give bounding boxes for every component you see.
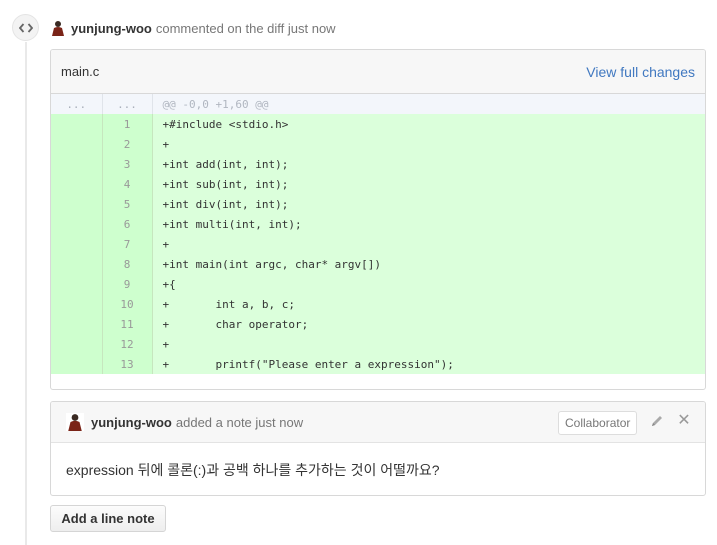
- line-note: yunjung-woo added a note just now Collab…: [50, 401, 706, 496]
- diff-line: 11 + char operator;: [51, 314, 705, 334]
- comment-action: commented on the diff just now: [155, 20, 336, 36]
- diff-line: 2 +: [51, 134, 705, 154]
- new-line-number[interactable]: 12: [102, 334, 153, 354]
- new-line-number[interactable]: 2: [102, 134, 153, 154]
- old-line-number[interactable]: [51, 274, 103, 294]
- avatar[interactable]: [50, 20, 66, 36]
- old-line-number[interactable]: [51, 194, 103, 214]
- diff-line: 13 + printf("Please enter a expression");: [51, 354, 705, 374]
- new-line-number[interactable]: 3: [102, 154, 153, 174]
- view-full-changes-link[interactable]: View full changes: [586, 64, 695, 80]
- code-line: +int sub(int, int);: [152, 174, 705, 194]
- code-line: +: [152, 334, 705, 354]
- comment-author[interactable]: yunjung-woo: [71, 21, 152, 36]
- new-line-number[interactable]: 7: [102, 234, 153, 254]
- diff-line: 6 +int multi(int, int);: [51, 214, 705, 234]
- old-line-number[interactable]: [51, 154, 103, 174]
- code-line: +int main(int argc, char* argv[]): [152, 254, 705, 274]
- new-line-number[interactable]: 11: [102, 314, 153, 334]
- new-line-number[interactable]: 5: [102, 194, 153, 214]
- old-line-number[interactable]: [51, 114, 103, 134]
- pencil-icon[interactable]: [649, 413, 665, 429]
- note-author[interactable]: yunjung-woo: [91, 415, 172, 430]
- diff-file-header: main.c View full changes: [51, 50, 705, 94]
- note-action: added a note just now: [175, 414, 304, 430]
- note-header: yunjung-woo added a note just now Collab…: [51, 402, 705, 443]
- diff-line: 1 +#include <stdio.h>: [51, 114, 705, 134]
- code-line: +int div(int, int);: [152, 194, 705, 214]
- diff-line: 8 +int main(int argc, char* argv[]): [51, 254, 705, 274]
- close-icon[interactable]: ✕: [677, 413, 691, 429]
- timeline-line: [25, 42, 27, 545]
- note-body: expression 뒤에 콜론(:)과 공백 하나를 추가하는 것이 어떨까요…: [66, 462, 440, 478]
- new-line-number[interactable]: 10: [102, 294, 153, 314]
- code-line: +: [152, 234, 705, 254]
- expand-old-lines[interactable]: ...: [51, 94, 103, 114]
- new-line-number[interactable]: 1: [102, 114, 153, 134]
- old-line-number[interactable]: [51, 174, 103, 194]
- new-line-number[interactable]: 13: [102, 354, 153, 374]
- diff-line: 10 + int a, b, c;: [51, 294, 705, 314]
- new-line-number[interactable]: 4: [102, 174, 153, 194]
- avatar[interactable]: [66, 413, 84, 431]
- collaborator-badge: Collaborator: [558, 411, 638, 435]
- diff-panel: main.c View full changes ... ... @@ -0,0…: [50, 49, 706, 390]
- old-line-number[interactable]: [51, 294, 103, 314]
- new-line-number[interactable]: 8: [102, 254, 153, 274]
- diff-line: 5 +int div(int, int);: [51, 194, 705, 214]
- file-name: main.c: [61, 64, 100, 79]
- code-line: +int multi(int, int);: [152, 214, 705, 234]
- old-line-number[interactable]: [51, 314, 103, 334]
- code-line: +{: [152, 274, 705, 294]
- code-line: + printf("Please enter a expression");: [152, 354, 705, 374]
- code-line: +#include <stdio.h>: [152, 114, 705, 134]
- old-line-number[interactable]: [51, 134, 103, 154]
- diff-line: 12 +: [51, 334, 705, 354]
- old-line-number[interactable]: [51, 334, 103, 354]
- code-icon: [12, 14, 39, 41]
- code-line: +int add(int, int);: [152, 154, 705, 174]
- diff-line: 9 +{: [51, 274, 705, 294]
- code-line: + int a, b, c;: [152, 294, 705, 314]
- add-line-note-button[interactable]: Add a line note: [50, 505, 166, 532]
- hunk-header-text: @@ -0,0 +1,60 @@: [152, 94, 705, 114]
- expand-new-lines[interactable]: ...: [102, 94, 153, 114]
- old-line-number[interactable]: [51, 354, 103, 374]
- diff-line: 4 +int sub(int, int);: [51, 174, 705, 194]
- new-line-number[interactable]: 9: [102, 274, 153, 294]
- old-line-number[interactable]: [51, 214, 103, 234]
- code-line: +: [152, 134, 705, 154]
- diff-line: 3 +int add(int, int);: [51, 154, 705, 174]
- code-line: + char operator;: [152, 314, 705, 334]
- comment-header: yunjung-woo commented on the diff just n…: [50, 18, 336, 38]
- old-line-number[interactable]: [51, 234, 103, 254]
- hunk-header-row: ... ... @@ -0,0 +1,60 @@: [51, 94, 705, 114]
- diff-line: 7 +: [51, 234, 705, 254]
- new-line-number[interactable]: 6: [102, 214, 153, 234]
- diff-table: ... ... @@ -0,0 +1,60 @@ 1 +#include <std…: [51, 94, 705, 374]
- code-brackets-icon: [18, 22, 33, 33]
- old-line-number[interactable]: [51, 254, 103, 274]
